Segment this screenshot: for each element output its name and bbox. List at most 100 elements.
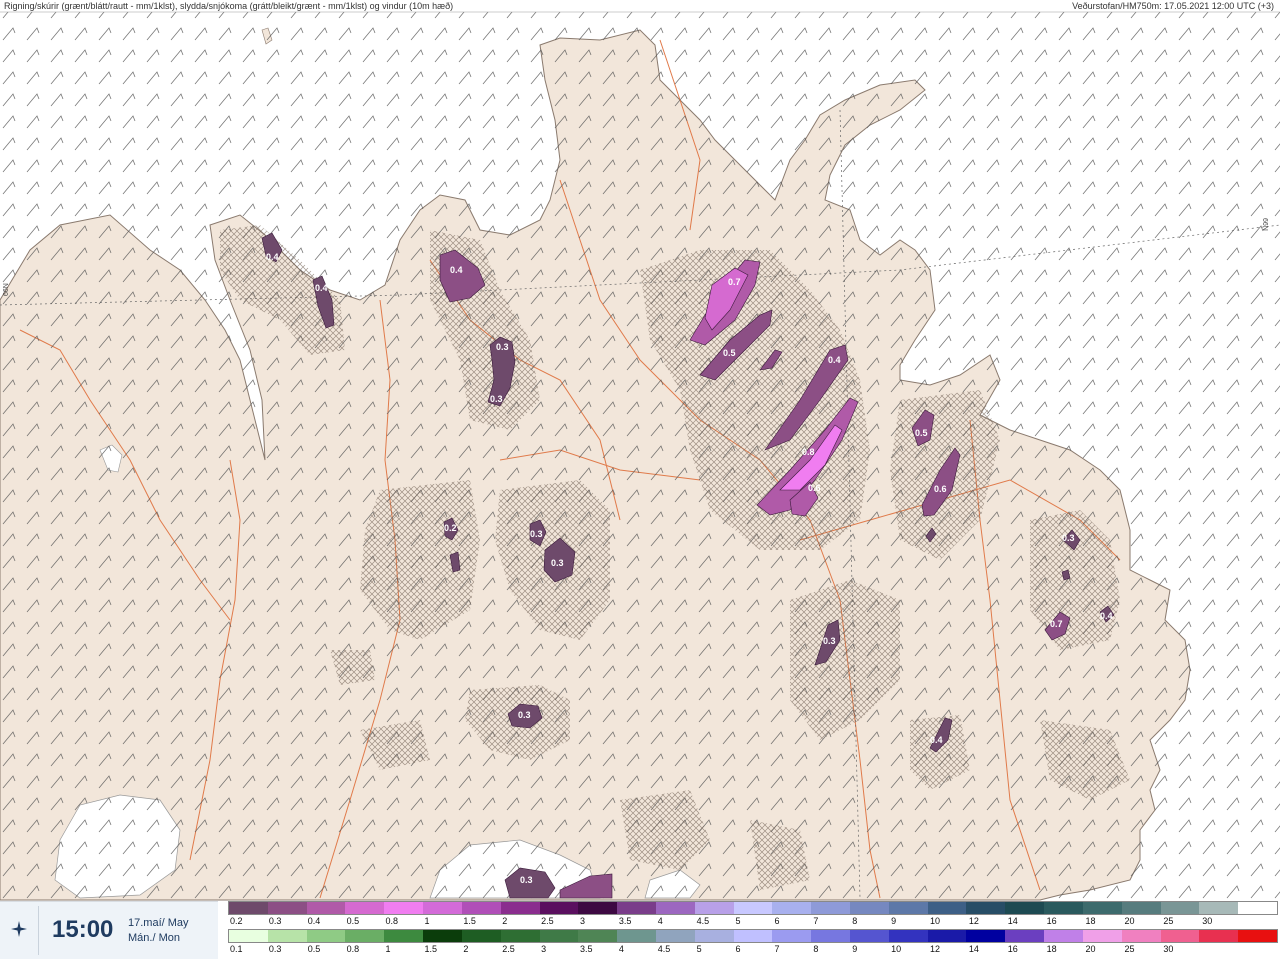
forecast-time: 15:00 — [52, 916, 114, 943]
legend-tick: 14 — [1007, 916, 1018, 926]
legend-swatch — [1199, 930, 1239, 942]
legend-swatch — [733, 902, 773, 914]
contour-label: 0.7 — [728, 277, 741, 287]
legend-swatch — [539, 930, 579, 942]
legend-tick: 14 — [968, 944, 979, 954]
legend-tick: 5 — [696, 944, 702, 954]
legend-swatch — [1082, 930, 1122, 942]
contour-label: 0.3 — [490, 394, 503, 404]
legend-tick: 3.5 — [580, 944, 593, 954]
legend-swatch — [888, 930, 928, 942]
legend-swatch — [1238, 930, 1277, 942]
legend-tick: 0.1 — [230, 944, 243, 954]
legend-swatch — [306, 930, 346, 942]
contour-label: 0.3 — [530, 529, 543, 539]
time-panel: 15:00 17.maí/ May Mán./ Mon — [0, 901, 218, 959]
legend-swatch — [1160, 930, 1200, 942]
legend-tick: 10 — [930, 916, 941, 926]
legend-swatch — [345, 902, 385, 914]
forecast-weekday: Mán./ Mon — [128, 932, 180, 944]
legend-snow-ticks: 0.2 0.3 0.4 0.5 0.8 1 1.5 2 2.5 3 3.5 4 4.5 5 6 7 8 9 10 12… — [228, 916, 1278, 928]
legend-tick: 18 — [1085, 916, 1096, 926]
legend-swatch — [1238, 902, 1277, 914]
contour-label: 0.5 — [723, 348, 736, 358]
contour-label: 0.2 — [444, 523, 457, 533]
legend-swatch — [733, 930, 773, 942]
legend-swatch — [655, 902, 695, 914]
legend-tick: 16 — [1046, 916, 1057, 926]
legend-tick: 1.5 — [424, 944, 437, 954]
contour-label: 0.3 — [823, 636, 836, 646]
legend-tick: 2 — [463, 944, 469, 954]
legend-tick: 20 — [1085, 944, 1096, 954]
legend-rain-ticks: 0.1 0.3 0.5 0.8 1 1.5 2 2.5 3 3.5 4 4.5 5 6 7 8 9 10 12 14 1… — [228, 944, 1278, 956]
legend-swatch — [772, 930, 812, 942]
legend-tick: 7 — [774, 944, 780, 954]
contour-label: 0.3 — [496, 342, 509, 352]
weather-map: 0.4 0.4 0.4 0.3 0.3 0.7 0.5 0.4 0.8 0.6 … — [0, 11, 1280, 901]
legend-tick: 4 — [657, 916, 663, 926]
legend-tick: 0.5 — [307, 944, 321, 954]
legend-tick: 6 — [735, 944, 741, 954]
contour-label: 0.7 — [1050, 619, 1063, 629]
legend-tick: 0.4 — [307, 916, 321, 926]
contour-label: 0.6 — [934, 484, 947, 494]
legend-swatch — [772, 902, 812, 914]
legend-swatch — [267, 930, 307, 942]
legend-swatch — [850, 902, 889, 914]
legend-tick: 9 — [852, 944, 858, 954]
contour-label: 0.4 — [1100, 611, 1113, 621]
legend-swatch — [966, 902, 1006, 914]
contour-label: 0.3 — [551, 558, 564, 568]
compass-star-icon[interactable] — [10, 920, 28, 938]
legend-tick: 12 — [930, 944, 941, 954]
legend-snow: 0.2 0.3 0.4 0.5 0.8 1 1.5 2 2.5 3 3.5 4 4.5 5 6 7 8 9 10 12… — [228, 901, 1280, 929]
legend-swatch — [500, 902, 540, 914]
legend-swatch — [578, 902, 618, 914]
legend-tick: 4 — [618, 944, 624, 954]
contour-label: 0.3 — [1062, 533, 1075, 543]
legend-swatch — [306, 902, 346, 914]
contour-label: 0.4 — [930, 735, 943, 745]
legend-rain: 0.1 0.3 0.5 0.8 1 1.5 2 2.5 3 3.5 4 4.5 5 6 7 8 9 10 12 14 1… — [228, 929, 1280, 957]
legend-tick: 0.3 — [268, 916, 282, 926]
legend-swatch — [811, 930, 850, 942]
divider — [38, 906, 39, 955]
legend-swatch — [1044, 902, 1083, 914]
legend-swatch — [539, 902, 579, 914]
legend-tick: 25 — [1163, 916, 1174, 926]
legend-swatch — [966, 930, 1006, 942]
map-title: Rigning/skúrir (grænt/blátt/rautt - mm/1… — [4, 1, 454, 11]
contour-label: 0.4 — [828, 355, 841, 365]
legend-tick: 30 — [1202, 916, 1213, 926]
legend-swatch — [1044, 930, 1083, 942]
legend-swatch — [1121, 902, 1161, 914]
legend-swatch — [1005, 930, 1045, 942]
legend-swatch — [1121, 930, 1161, 942]
legend-tick: 0.8 — [346, 944, 360, 954]
legend-tick: 2 — [502, 916, 508, 926]
legend-tick: 0.2 — [230, 916, 243, 926]
legend-swatch — [1160, 902, 1200, 914]
legend-swatch — [927, 930, 967, 942]
legend-swatch — [1199, 902, 1239, 914]
legend-tick: 1 — [424, 916, 430, 926]
legend-tick: 1.5 — [463, 916, 476, 926]
legend-tick: 3.5 — [618, 916, 632, 926]
contour-label: 0.5 — [915, 428, 928, 438]
legend-tick: 8 — [852, 916, 858, 926]
legend-snow-bar — [228, 901, 1278, 915]
legend-swatch — [1005, 902, 1045, 914]
legend-tick: 1 — [385, 944, 391, 954]
legend-swatch — [461, 902, 501, 914]
legend-tick: 3 — [580, 916, 586, 926]
legend-tick: 16 — [1007, 944, 1018, 954]
legend-tick: 4.5 — [696, 916, 710, 926]
legend-swatch — [694, 902, 734, 914]
legend-tick: 0.5 — [346, 916, 360, 926]
legend-swatch — [811, 902, 850, 914]
contour-label: 0.8 — [802, 447, 815, 457]
legend-tick: 30 — [1163, 944, 1174, 954]
legend-swatch — [927, 902, 967, 914]
contour-label: 0.3 — [520, 875, 533, 885]
